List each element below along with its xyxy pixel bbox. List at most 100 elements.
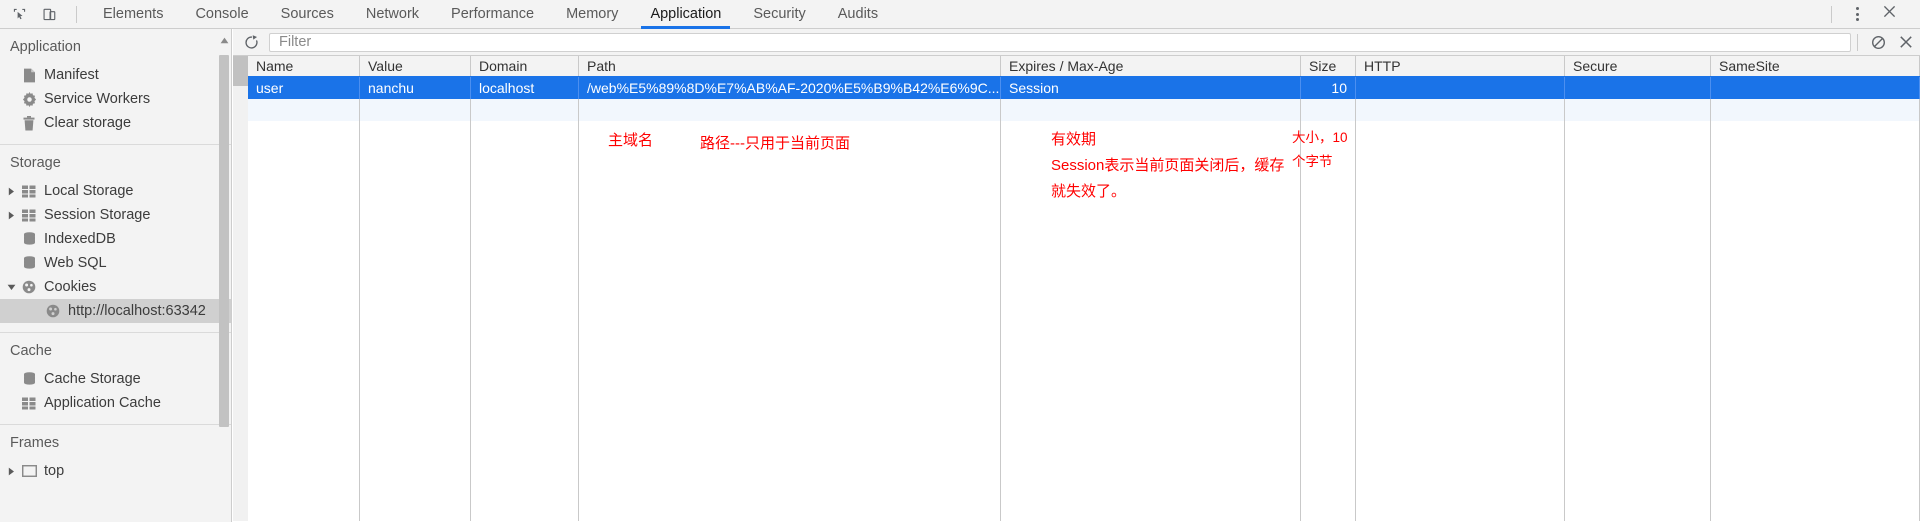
cell-expires[interactable]: [1001, 99, 1301, 121]
devtools-tabs: Elements Console Sources Network Perform…: [87, 0, 894, 29]
sidebar-scrollbar-thumb[interactable]: [219, 55, 229, 427]
close-icon[interactable]: [1873, 1, 1906, 27]
cookies-table-wrapper: Name Value Domain Path Expires / Max-Age…: [233, 56, 1920, 521]
cell-http[interactable]: [1356, 99, 1565, 121]
cell-secure[interactable]: [1565, 99, 1711, 121]
column-header-label: Path: [587, 58, 616, 74]
filter-input[interactable]: [279, 34, 1850, 50]
sidebar-item-label: http://localhost:63342: [68, 303, 206, 319]
cell-name[interactable]: [248, 99, 360, 121]
tab-memory[interactable]: Memory: [550, 0, 634, 29]
annotation-domain: 主域名: [608, 132, 654, 149]
sidebar-item-label: Cache Storage: [44, 371, 141, 387]
sidebar-item-localhost-63342[interactable]: http://localhost:63342: [0, 299, 231, 323]
tab-sources[interactable]: Sources: [265, 0, 350, 29]
column-header-label: Domain: [479, 58, 528, 74]
chevron-right-icon[interactable]: [5, 185, 18, 198]
sidebar-item-label: Session Storage: [44, 207, 151, 223]
sidebar-section-frames: Frames: [10, 435, 60, 451]
sidebar-item-top-frame[interactable]: top: [0, 459, 231, 483]
column-header-http[interactable]: HTTP: [1356, 56, 1565, 76]
tab-performance[interactable]: Performance: [435, 0, 550, 29]
sidebar-item-label: Manifest: [44, 67, 99, 83]
more-vertical-icon[interactable]: [1844, 1, 1871, 27]
cookies-vertical-scrollbar[interactable]: [233, 56, 248, 521]
column-header-expires[interactable]: Expires / Max-Age: [1001, 56, 1301, 76]
annotation-size: 大小，10 个字节: [1292, 130, 1348, 169]
tab-audits[interactable]: Audits: [822, 0, 894, 29]
sidebar-item-service-workers[interactable]: Service Workers: [0, 87, 231, 111]
sidebar-item-cookies[interactable]: Cookies: [0, 275, 231, 299]
gear-icon: [18, 91, 40, 107]
tab-label: Network: [365, 6, 420, 22]
column-header-size[interactable]: Size: [1301, 56, 1356, 76]
column-header-name[interactable]: Name: [248, 56, 360, 76]
tab-label: Application: [650, 6, 722, 22]
sidebar-scrollbar[interactable]: [219, 33, 229, 518]
chevron-right-icon[interactable]: [5, 209, 18, 222]
devtools-window: Elements Console Sources Network Perform…: [0, 0, 1920, 522]
sidebar-item-manifest[interactable]: Manifest: [0, 63, 231, 87]
sidebar-item-cache-storage[interactable]: Cache Storage: [0, 367, 231, 391]
tab-security[interactable]: Security: [737, 0, 821, 29]
column-header-value[interactable]: Value: [360, 56, 471, 76]
chevron-down-icon[interactable]: [5, 281, 18, 294]
cell-name[interactable]: user: [248, 77, 360, 99]
tab-label: Security: [753, 6, 806, 22]
sidebar-item-session-storage[interactable]: Session Storage: [0, 203, 231, 227]
cell-path[interactable]: [579, 99, 1001, 121]
column-header-path[interactable]: Path: [579, 56, 1001, 76]
devtools-tabbar: Elements Console Sources Network Perform…: [0, 0, 1920, 29]
cell-domain[interactable]: localhost: [471, 77, 579, 99]
filter-input-wrapper[interactable]: [269, 32, 1851, 52]
table-row[interactable]: user nanchu localhost /web%E5%89%8D%E7%A…: [248, 77, 1920, 99]
column-header-secure[interactable]: Secure: [1565, 56, 1711, 76]
sidebar-item-web-sql[interactable]: Web SQL: [0, 251, 231, 275]
cookies-scrollbar-thumb[interactable]: [233, 56, 248, 86]
cell-size[interactable]: 10: [1301, 77, 1356, 99]
sidebar-section-storage: Storage: [10, 155, 61, 171]
sidebar-item-label: Clear storage: [44, 115, 132, 131]
sidebar-item-clear-storage[interactable]: Clear storage: [0, 111, 231, 135]
cookies-toolbar: [233, 29, 1920, 56]
sidebar-item-application-cache[interactable]: Application Cache: [0, 391, 231, 415]
tab-elements[interactable]: Elements: [87, 0, 179, 29]
document-icon: [18, 68, 40, 83]
cell-path[interactable]: /web%E5%89%8D%E7%AB%AF-2020%E5%B9%B42%E6…: [579, 77, 1001, 99]
cookie-icon: [18, 280, 40, 294]
table-empty-row[interactable]: [248, 99, 1920, 121]
tab-console[interactable]: Console: [179, 0, 264, 29]
clear-all-cookies-icon[interactable]: [1892, 30, 1920, 55]
chevron-right-icon[interactable]: [5, 465, 18, 478]
tabbar-divider-right: [1831, 5, 1832, 23]
database-icon: [18, 256, 40, 270]
tab-network[interactable]: Network: [350, 0, 435, 29]
device-toolbar-icon[interactable]: [36, 2, 62, 26]
block-clear-icon[interactable]: [1864, 30, 1892, 55]
cell-domain[interactable]: [471, 99, 579, 121]
refresh-icon[interactable]: [237, 30, 265, 55]
sidebar-item-local-storage[interactable]: Local Storage: [0, 179, 231, 203]
cell-secure[interactable]: [1565, 77, 1711, 99]
cell-value[interactable]: [360, 99, 471, 121]
column-header-domain[interactable]: Domain: [471, 56, 579, 76]
toolbar-divider: [1857, 33, 1858, 51]
cell-value[interactable]: nanchu: [360, 77, 471, 99]
cell-samesite[interactable]: [1711, 77, 1920, 99]
cell-size[interactable]: [1301, 99, 1356, 121]
scroll-up-arrow-icon[interactable]: [219, 33, 229, 47]
cell-samesite[interactable]: [1711, 99, 1920, 121]
column-header-samesite[interactable]: SameSite: [1711, 56, 1920, 76]
cell-expires[interactable]: Session: [1001, 77, 1301, 99]
sidebar-item-indexeddb[interactable]: IndexedDB: [0, 227, 231, 251]
column-header-label: Value: [368, 58, 403, 74]
cell-http[interactable]: [1356, 77, 1565, 99]
inspect-element-icon[interactable]: [6, 2, 32, 26]
column-header-label: Expires / Max-Age: [1009, 58, 1124, 74]
sidebar-item-label: Application Cache: [44, 395, 161, 411]
cookie-icon: [42, 304, 64, 318]
tab-application[interactable]: Application: [634, 0, 737, 29]
tabbar-left-icons: [0, 2, 87, 26]
tabbar-right-icons: [1821, 1, 1920, 27]
tab-label: Console: [195, 6, 249, 22]
